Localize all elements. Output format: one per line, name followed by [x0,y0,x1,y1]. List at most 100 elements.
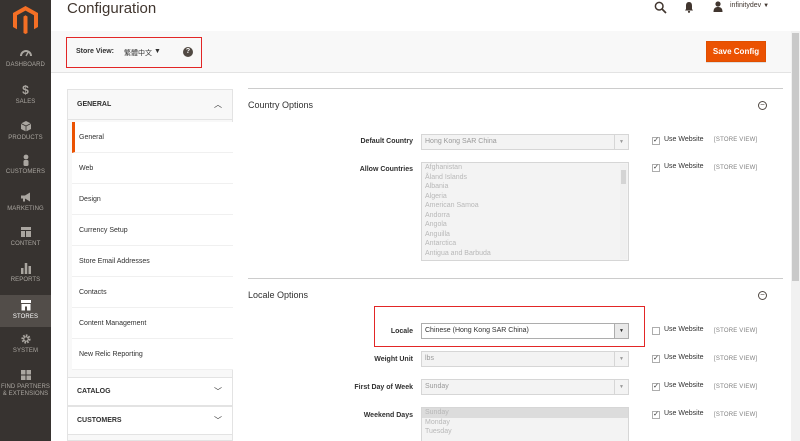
partners-icon [20,370,31,380]
scope-label: [STORE VIEW] [714,356,758,362]
locale-value: Chinese (Hong Kong SAR China) [425,327,529,334]
use-website-checkbox[interactable]: ✓ [652,355,660,363]
store-view-switcher[interactable]: 繁體中文 [124,48,152,58]
person-icon [23,154,28,166]
weekend-day-option[interactable]: Tuesday [422,427,628,437]
search-icon[interactable] [654,1,667,14]
chevron-down-icon: ▼ [763,3,770,9]
admin-sidebar-nav: DASHBOARD $ SALES PRODUCTS CUSTOMERS MAR… [0,0,51,441]
user-menu[interactable]: infinitydev ▼ [730,2,769,9]
scrollbar-thumb[interactable] [621,170,626,184]
page-scrollbar[interactable] [791,31,800,441]
nav-item-system[interactable]: SYSTEM [0,333,51,359]
caret-down-icon: ▼ [614,380,628,394]
collapse-icon[interactable]: − [758,101,767,110]
default-country-value: Hong Kong SAR China [425,138,497,145]
locale-select[interactable]: Chinese (Hong Kong SAR China) ▼ [421,323,629,339]
tab-new-relic-reporting[interactable]: New Relic Reporting [72,339,233,370]
default-country-label: Default Country [360,138,414,145]
caret-down-icon: ▼ [614,352,628,366]
dollar-icon: $ [22,83,29,97]
use-website-label: Use Website [664,163,704,170]
scrollbar-thumb[interactable] [792,33,799,281]
megaphone-icon [20,192,30,202]
collapse-icon[interactable]: − [758,291,767,300]
tab-currency-setup[interactable]: Currency Setup [72,215,233,246]
nav-item-products[interactable]: PRODUCTS [0,120,51,146]
scope-label: [STORE VIEW] [714,412,758,418]
multiselect-scrollbar[interactable] [620,164,627,259]
bell-icon[interactable] [684,1,694,13]
tab-store-email-addresses[interactable]: Store Email Addresses [72,246,233,277]
use-website-checkbox[interactable]: ✓ [652,137,660,145]
weekend-day-option[interactable]: Sunday [422,408,628,418]
country-options-title[interactable]: Country Options [248,100,313,110]
country-option[interactable]: Anguilla [422,230,628,240]
nav-label: CONTENT [10,241,41,247]
country-option[interactable]: Antarctica [422,239,628,249]
use-website-checkbox[interactable]: ✓ [652,164,660,172]
use-website-checkbox[interactable]: ✓ [652,383,660,391]
tab-web[interactable]: Web [72,153,233,184]
weight-unit-select[interactable]: lbs ▼ [421,351,629,367]
cube-icon [20,121,31,132]
weekend-days-label: Weekend Days [363,412,413,419]
locale-label: Locale [390,328,413,335]
nav-label: STORES [12,314,39,320]
country-option[interactable]: Andorra [422,211,628,221]
nav-label: SALES [15,99,36,105]
country-option[interactable]: Afghanistan [422,163,628,173]
first-day-of-week-select[interactable]: Sunday ▼ [421,379,629,395]
nav-label: PRODUCTS [8,135,43,141]
section-customers[interactable]: CUSTOMERS ﹀ [67,406,233,435]
help-icon[interactable]: ? [183,47,193,57]
weekend-days-multiselect[interactable]: Sunday Monday Tuesday [421,407,629,441]
layout-icon [20,227,31,237]
tab-content-management[interactable]: Content Management [72,308,233,339]
scope-label: [STORE VIEW] [714,165,758,171]
save-config-button[interactable]: Save Config [706,41,766,62]
user-icon[interactable] [713,1,723,12]
section-general[interactable]: GENERAL ︿ [67,89,233,120]
nav-item-customers[interactable]: CUSTOMERS [0,154,51,180]
dashboard-icon [19,50,32,57]
section-catalog[interactable]: CATALOG ﹀ [67,377,233,406]
default-country-select[interactable]: Hong Kong SAR China ▼ [421,134,629,150]
tab-contacts[interactable]: Contacts [72,277,233,308]
use-website-label: Use Website [664,382,704,389]
scope-label: [STORE VIEW] [714,328,758,334]
country-option[interactable]: Antigua and Barbuda [422,249,628,259]
store-icon [20,300,31,311]
nav-item-find-partners[interactable]: FIND PARTNERS & EXTENSIONS [0,369,51,401]
use-website-checkbox[interactable] [652,327,660,335]
scope-label: [STORE VIEW] [714,384,758,390]
weekend-day-option[interactable]: Monday [422,418,628,428]
nav-item-reports[interactable]: REPORTS [0,262,51,288]
magento-logo-icon[interactable] [13,6,38,34]
gear-icon [20,334,31,344]
caret-down-icon[interactable]: ▼ [154,48,161,55]
nav-item-sales[interactable]: $ SALES [0,84,51,110]
nav-label: MARKETING [7,206,44,212]
country-option[interactable]: American Samoa [422,201,628,211]
user-name: infinitydev [730,2,762,9]
first-day-of-week-label: First Day of Week [354,384,413,391]
tab-general[interactable]: General [72,122,233,153]
tab-design[interactable]: Design [72,184,233,215]
country-option[interactable]: Albania [422,182,628,192]
nav-item-dashboard[interactable]: DASHBOARD [0,47,51,77]
nav-item-stores[interactable]: STORES [0,295,51,327]
divider [248,88,783,89]
scope-label: [STORE VIEW] [714,137,758,143]
country-option[interactable]: Åland Islands [422,173,628,183]
divider [248,278,783,279]
nav-label: DASHBOARD [6,62,45,68]
use-website-checkbox[interactable]: ✓ [652,411,660,419]
use-website-label: Use Website [664,410,704,417]
country-option[interactable]: Angola [422,220,628,230]
locale-options-title[interactable]: Locale Options [248,290,308,300]
nav-item-marketing[interactable]: MARKETING [0,191,51,217]
country-option[interactable]: Algeria [422,192,628,202]
allow-countries-multiselect[interactable]: Afghanistan Åland Islands Albania Algeri… [421,162,629,261]
nav-item-content[interactable]: CONTENT [0,226,51,252]
